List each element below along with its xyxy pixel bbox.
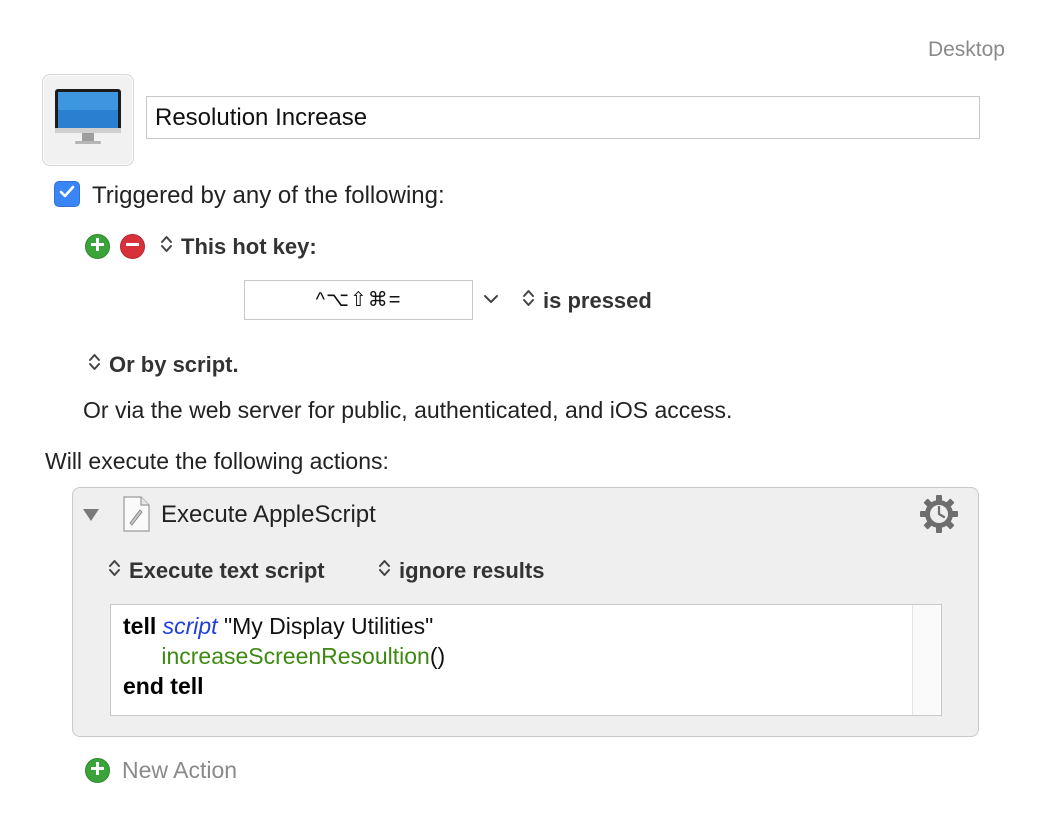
code-script-keyword: script bbox=[162, 613, 218, 639]
trigger-type-label: This hot key: bbox=[181, 234, 317, 259]
applescript-document-icon bbox=[121, 496, 151, 537]
code-line-3: end tell bbox=[123, 673, 204, 700]
results-handling-label: ignore results bbox=[399, 558, 545, 583]
plus-icon bbox=[91, 761, 104, 780]
script-trigger-label: Or by script. bbox=[109, 352, 239, 377]
gear-icon[interactable] bbox=[918, 493, 960, 540]
checkmark-icon bbox=[59, 185, 75, 204]
code-keyword: end tell bbox=[123, 673, 204, 699]
updown-chevron-icon bbox=[108, 558, 121, 584]
actions-heading: Will execute the following actions: bbox=[45, 448, 389, 474]
macro-group-label: Desktop bbox=[927, 38, 1005, 61]
code-keyword: tell bbox=[123, 613, 157, 639]
code-line-2: increaseScreenResoultion() bbox=[123, 643, 445, 670]
updown-chevron-icon bbox=[522, 288, 535, 314]
macro-icon-well[interactable] bbox=[42, 74, 134, 166]
execute-mode-label: Execute text script bbox=[129, 558, 325, 583]
key-condition-popup[interactable]: is pressed bbox=[522, 288, 652, 314]
hotkey-field[interactable]: ^⌥⇧⌘= bbox=[244, 280, 473, 320]
applescript-editor[interactable]: tell script "My Display Utilities" incre… bbox=[110, 604, 942, 716]
code-string: "My Display Utilities" bbox=[217, 613, 434, 639]
results-handling-popup[interactable]: ignore results bbox=[378, 558, 544, 584]
code-line-1: tell script "My Display Utilities" bbox=[123, 613, 433, 640]
macro-name-field[interactable] bbox=[146, 96, 980, 139]
webserver-access-text: Or via the web server for public, authen… bbox=[83, 397, 733, 423]
add-trigger-button[interactable] bbox=[85, 234, 110, 259]
trigger-type-popup[interactable]: This hot key: bbox=[160, 234, 317, 260]
remove-trigger-button[interactable] bbox=[120, 234, 145, 259]
minus-icon bbox=[126, 238, 139, 256]
chevron-down-icon[interactable] bbox=[483, 292, 499, 310]
script-trigger-popup[interactable]: Or by script. bbox=[88, 352, 239, 378]
code-function: increaseScreenResoultion bbox=[161, 643, 430, 669]
key-condition-label: is pressed bbox=[543, 288, 652, 313]
monitor-icon bbox=[53, 87, 123, 154]
new-action-label[interactable]: New Action bbox=[122, 757, 237, 784]
trigger-enabled-checkbox[interactable] bbox=[54, 181, 80, 207]
updown-chevron-icon bbox=[88, 352, 101, 378]
updown-chevron-icon bbox=[160, 234, 173, 260]
code-parens: () bbox=[429, 643, 446, 669]
execute-mode-popup[interactable]: Execute text script bbox=[108, 558, 325, 584]
new-action-button[interactable] bbox=[85, 758, 110, 783]
disclosure-triangle-icon[interactable] bbox=[82, 508, 100, 527]
updown-chevron-icon bbox=[378, 558, 391, 584]
action-title: Execute AppleScript bbox=[161, 501, 376, 528]
editor-scrollbar[interactable] bbox=[912, 605, 941, 715]
plus-icon bbox=[91, 237, 104, 256]
trigger-label: Triggered by any of the following: bbox=[92, 182, 445, 209]
